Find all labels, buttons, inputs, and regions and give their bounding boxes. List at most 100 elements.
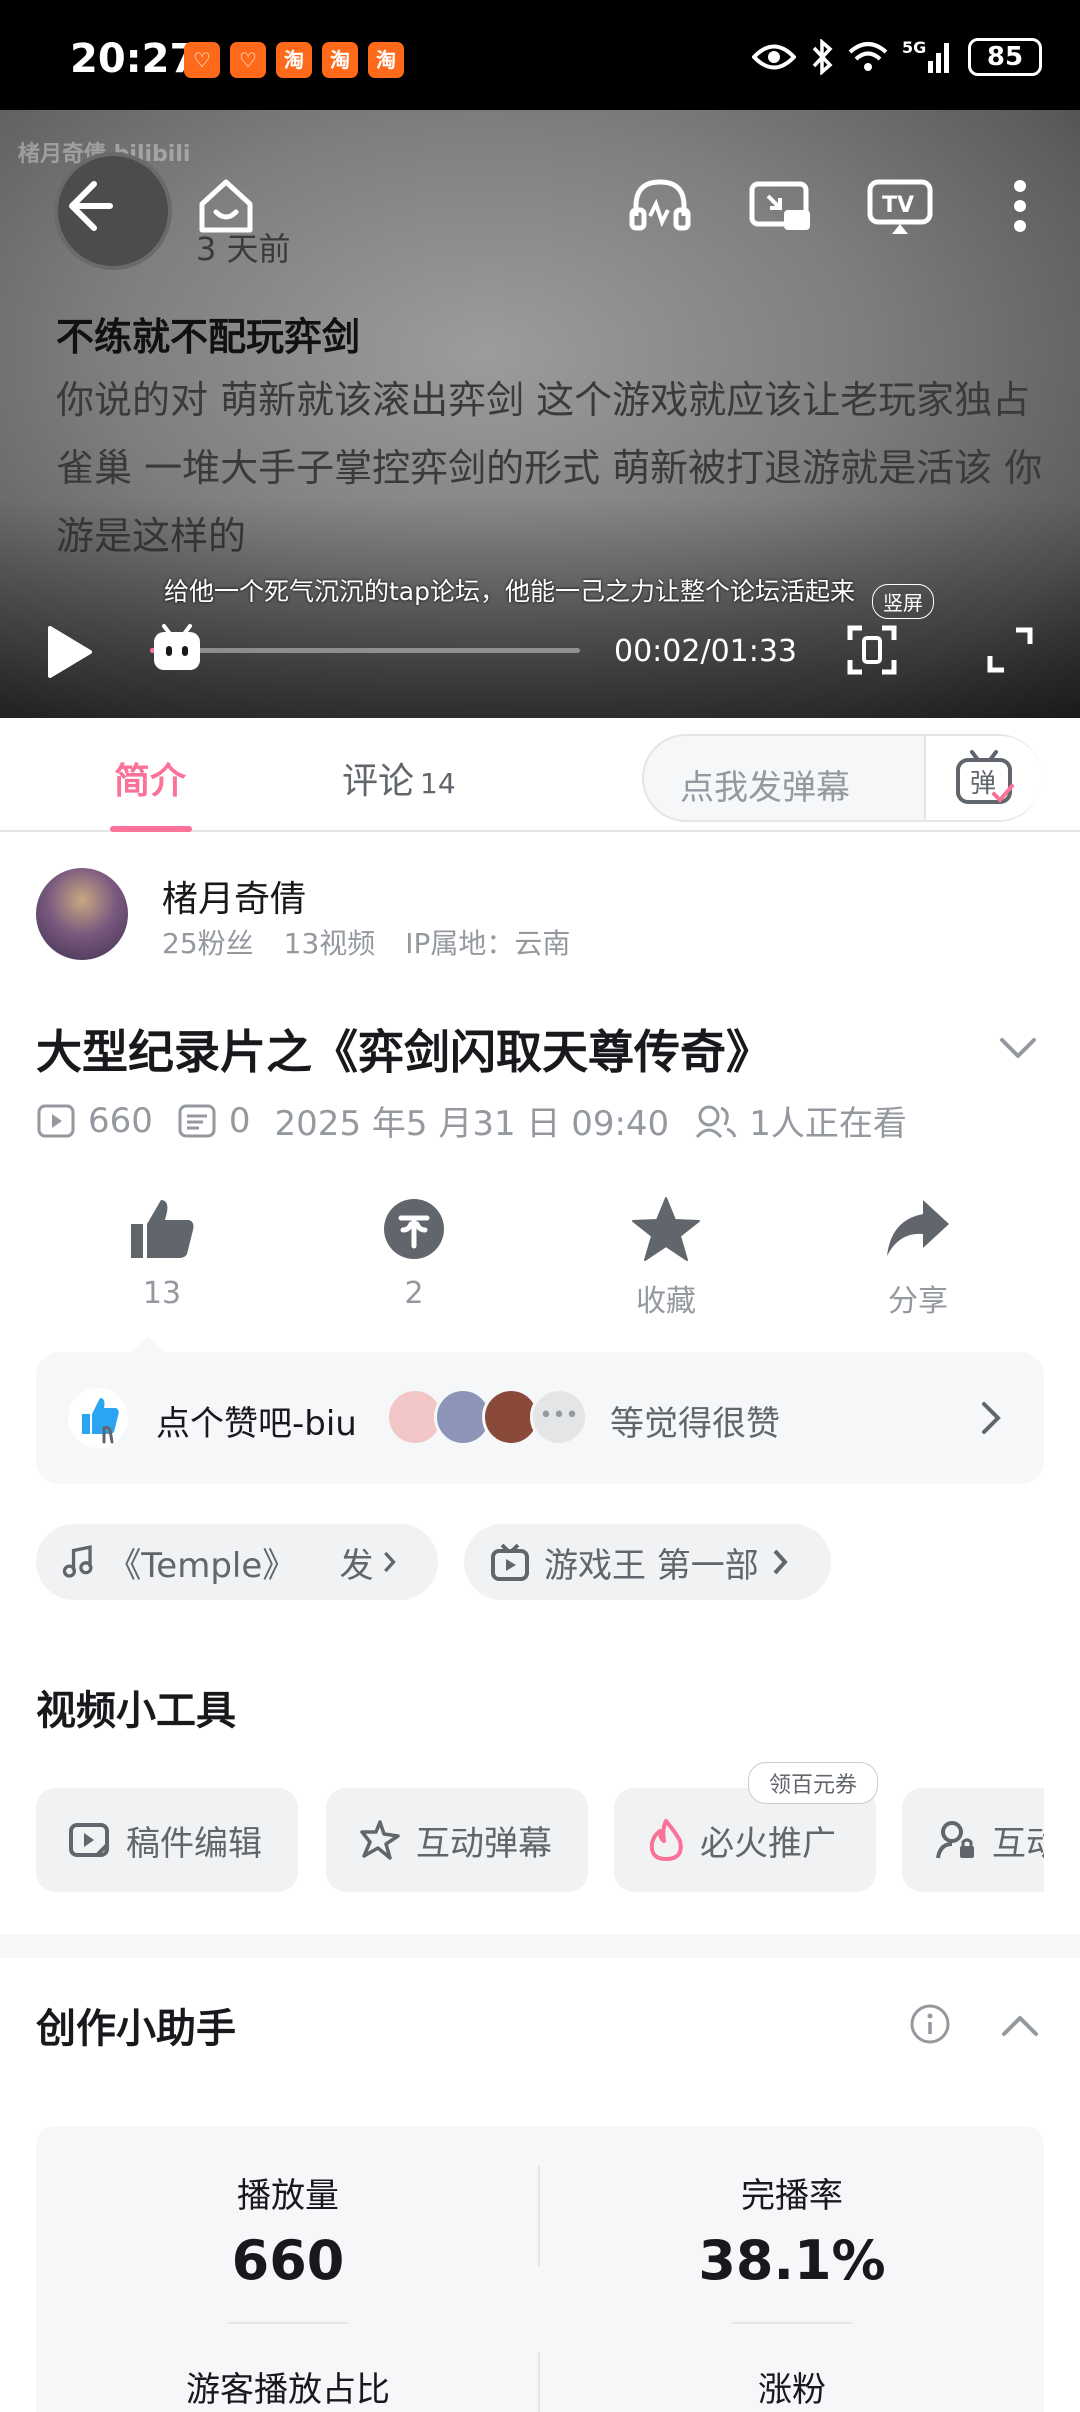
collection-chip[interactable]: 游戏王 第一部 (464, 1524, 831, 1600)
bluetooth-icon (812, 39, 833, 75)
metric-plays[interactable]: 播放量 660 (36, 2168, 540, 2292)
chevron-down-icon[interactable] (994, 1028, 1042, 1068)
favorite-label: 收藏 (636, 1284, 696, 1319)
sparkle-icon (360, 1820, 400, 1860)
metric-value: 660 (231, 2229, 345, 2292)
danmaku-tv-icon: 弹 (956, 750, 1014, 804)
info-icon[interactable] (908, 2002, 952, 2046)
danmaku-input[interactable]: 点我发弹幕 弹 (642, 734, 1042, 822)
taobao-icon: 淘 (322, 42, 358, 78)
tab-intro[interactable]: 简介 (114, 752, 186, 804)
danmaku-count-icon (178, 1104, 216, 1137)
player-controls: 00:02/01:33 竖屏 (0, 110, 1080, 718)
status-right: 5G 85 (752, 38, 1042, 76)
signal-5g-icon: 5G (902, 39, 949, 73)
tool-interactive-more[interactable]: 互动 (902, 1788, 1044, 1892)
tab-comments-label: 评论 (342, 761, 415, 802)
detail-tabs: 简介 评论 14 点我发弹幕 弹 (0, 718, 1080, 832)
taobao-icon: 淘 (368, 42, 404, 78)
like-hand-icon (68, 1388, 128, 1448)
publish-date: 2025 年5 月31 日 09:40 (274, 1104, 670, 1144)
tool-label: 稿件编辑 (126, 1823, 262, 1864)
uploader-fans: 25粉丝 (162, 927, 254, 960)
section-divider (0, 1934, 1080, 1958)
like-count: 13 (142, 1276, 182, 1311)
uploader-avatar[interactable] (36, 868, 128, 960)
metric-divider (228, 2322, 348, 2324)
music-chip-label: 《Temple》 发 (107, 1545, 374, 1586)
coin-icon (384, 1199, 444, 1259)
metric-label: 涨粉 (758, 2370, 826, 2410)
tv-series-icon (491, 1543, 529, 1581)
danmaku-count: 0 (228, 1100, 251, 1141)
metric-guest-plays[interactable]: 游客播放占比 (36, 2362, 540, 2411)
like-prompt-card[interactable]: 点个赞吧-biu ••• 等觉得很赞 (36, 1336, 1044, 1484)
danmaku-settings-button[interactable]: 弹 (924, 736, 1042, 820)
comments-count: 14 (420, 767, 456, 800)
pdd-icon: ♡ (230, 42, 266, 78)
star-icon (632, 1197, 700, 1261)
play-icon[interactable] (38, 622, 98, 682)
liker-avatars: ••• (386, 1388, 588, 1446)
share-button[interactable]: 分享 (848, 1196, 988, 1320)
wifi-icon (848, 42, 888, 71)
share-icon (887, 1200, 949, 1256)
coupon-badge: 领百元券 (748, 1762, 879, 1804)
coin-button[interactable]: 2 (344, 1196, 484, 1311)
status-bar: 20:27 ♡ ♡ 淘 淘 淘 5G 85 (0, 0, 1080, 110)
notification-icons: ♡ ♡ 淘 淘 淘 (184, 42, 404, 78)
pdd-icon: ♡ (184, 42, 220, 78)
assistant-section-title: 创作小助手 (36, 2006, 236, 2052)
chevron-up-icon[interactable] (996, 2006, 1044, 2042)
status-time: 20:27 (70, 36, 198, 82)
thumbs-up-icon (131, 1200, 194, 1258)
metric-label: 完播率 (741, 2176, 843, 2216)
coin-count: 2 (404, 1276, 424, 1311)
like-button[interactable]: 13 (92, 1196, 232, 1311)
flame-icon (649, 1819, 683, 1861)
vertical-mode-label: 竖屏 (872, 584, 934, 619)
video-stats: 660 0 2025 年5 月31 日 09:40 1人正在看 (36, 1096, 907, 1145)
video-edit-icon (69, 1823, 110, 1857)
chevron-right-icon (773, 1549, 788, 1575)
watching-icon (696, 1105, 737, 1138)
music-chip[interactable]: 《Temple》 发 (36, 1524, 438, 1600)
metric-completion-rate[interactable]: 完播率 38.1% (540, 2168, 1044, 2292)
metric-divider (732, 2322, 852, 2324)
favorite-button[interactable]: 收藏 (596, 1196, 736, 1320)
fullscreen-icon[interactable] (982, 622, 1038, 678)
tool-interactive-danmaku[interactable]: 互动弹幕 (326, 1788, 588, 1892)
uploader-name[interactable]: 楮月奇倩 (162, 870, 306, 922)
uploader-meta: 25粉丝 13视频 IP属地：云南 (162, 922, 570, 962)
music-note-icon (62, 1545, 93, 1578)
tool-edit-manuscript[interactable]: 稿件编辑 (36, 1788, 298, 1892)
like-prompt-text: 点个赞吧-biu (156, 1404, 357, 1444)
vertical-screen-icon[interactable] (844, 622, 900, 678)
metric-label: 播放量 (237, 2176, 339, 2216)
play-count-icon (37, 1104, 75, 1137)
tool-label: 必火推广 (700, 1823, 836, 1864)
active-tab-indicator (110, 826, 192, 832)
video-title: 大型纪录片之《弈剑闪取天尊传奇》 (36, 1025, 772, 1079)
uploader-ip: IP属地：云南 (405, 927, 571, 960)
eye-icon (752, 44, 796, 70)
tool-label: 互动 (992, 1823, 1044, 1864)
video-player[interactable]: 楮月奇倩 bilibili 3 天前 不练就不配玩弈剑 你说的对 萌新就该滚出弈… (0, 110, 1080, 718)
svg-text:5G: 5G (902, 39, 926, 57)
taobao-icon: 淘 (276, 42, 312, 78)
chevron-right-icon (982, 1402, 1001, 1434)
watching-count: 1人正在看 (749, 1104, 907, 1144)
battery-indicator: 85 (968, 38, 1042, 76)
progress-bar[interactable] (150, 648, 580, 653)
creator-metrics: 播放量 660 完播率 38.1% 游客播放占比 涨粉 (36, 2126, 1044, 2412)
more-likers-icon: ••• (530, 1388, 588, 1446)
uploader-videos: 13视频 (283, 927, 376, 960)
metric-value: 38.1% (698, 2229, 886, 2292)
share-label: 分享 (888, 1284, 948, 1319)
lock-person-icon (936, 1821, 974, 1859)
metric-fans-gained[interactable]: 涨粉 (540, 2362, 1044, 2411)
danmaku-toggle-icon[interactable] (150, 622, 204, 676)
tab-comments[interactable]: 评论 14 (342, 752, 456, 804)
metric-label: 游客播放占比 (186, 2370, 390, 2410)
tool-label: 互动弹幕 (416, 1823, 552, 1864)
